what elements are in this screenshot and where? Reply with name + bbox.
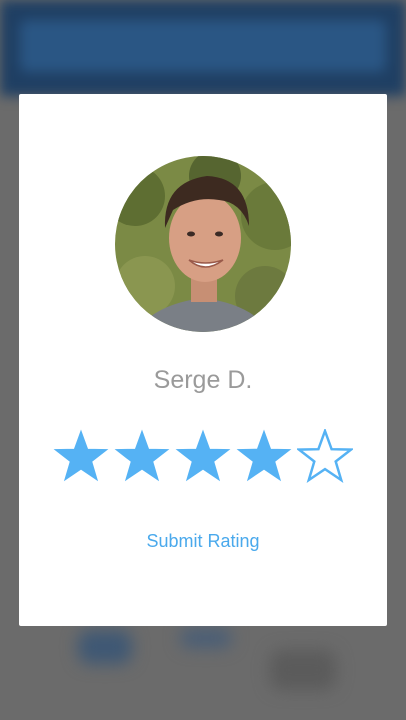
star-filled-icon[interactable]: [114, 429, 170, 485]
star-empty-icon[interactable]: [297, 429, 353, 485]
avatar-photo: [115, 156, 291, 332]
user-name: Serge D.: [153, 366, 253, 394]
avatar: [115, 156, 291, 332]
star-rating[interactable]: [53, 429, 353, 485]
rating-dialog: Serge D. Submit Rating: [19, 94, 387, 626]
submit-rating-button[interactable]: Submit Rating: [19, 531, 387, 552]
background-shape: [180, 628, 232, 648]
background-header: [0, 0, 406, 96]
star-filled-icon[interactable]: [53, 429, 109, 485]
star-filled-icon[interactable]: [236, 429, 292, 485]
background-shape: [78, 630, 132, 664]
background-shape: [270, 650, 336, 690]
star-filled-icon[interactable]: [175, 429, 231, 485]
